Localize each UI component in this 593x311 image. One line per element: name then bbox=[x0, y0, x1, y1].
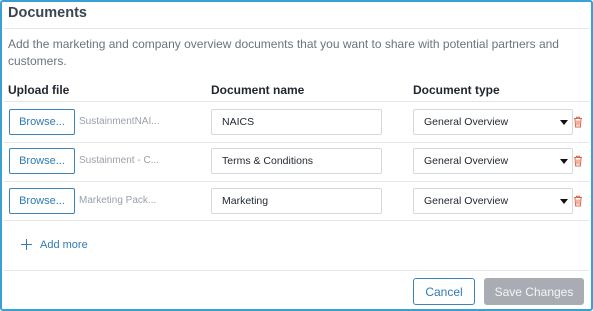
divider bbox=[4, 142, 589, 143]
save-changes-button[interactable]: Save Changes bbox=[484, 278, 584, 305]
document-type-value: General Overview bbox=[424, 155, 509, 167]
chevron-down-icon bbox=[560, 159, 568, 164]
page-title: Documents bbox=[8, 5, 87, 21]
document-type-value: General Overview bbox=[424, 195, 509, 207]
file-name: Sustainment - C... bbox=[79, 155, 160, 166]
document-name-input[interactable]: NAICS bbox=[211, 109, 382, 135]
divider bbox=[4, 28, 589, 29]
cancel-button[interactable]: Cancel bbox=[413, 278, 475, 305]
chevron-down-icon bbox=[560, 120, 568, 125]
trash-icon[interactable] bbox=[573, 155, 583, 167]
browse-button[interactable]: Browse... bbox=[9, 188, 75, 214]
document-type-value: General Overview bbox=[424, 116, 509, 128]
divider bbox=[4, 220, 589, 221]
document-name-input[interactable]: Marketing bbox=[211, 188, 382, 214]
chevron-down-icon bbox=[560, 199, 568, 204]
file-name: SustainmentNAI... bbox=[79, 116, 160, 127]
divider bbox=[4, 181, 589, 182]
plus-icon bbox=[21, 239, 32, 250]
add-more-label: Add more bbox=[40, 239, 88, 251]
trash-icon[interactable] bbox=[573, 195, 583, 207]
document-type-select[interactable]: General Overview bbox=[413, 109, 573, 135]
document-name-input[interactable]: Terms & Conditions bbox=[211, 148, 382, 174]
divider bbox=[4, 101, 589, 102]
column-header-name: Document name bbox=[211, 83, 305, 97]
divider bbox=[4, 270, 589, 271]
browse-button[interactable]: Browse... bbox=[9, 109, 75, 135]
column-header-upload: Upload file bbox=[8, 83, 70, 97]
browse-button[interactable]: Browse... bbox=[9, 148, 75, 174]
file-name: Marketing Pack... bbox=[79, 195, 157, 206]
column-header-type: Document type bbox=[413, 83, 500, 97]
document-type-select[interactable]: General Overview bbox=[413, 188, 573, 214]
document-type-select[interactable]: General Overview bbox=[413, 148, 573, 174]
trash-icon[interactable] bbox=[573, 116, 583, 128]
documents-panel: Documents Add the marketing and company … bbox=[0, 0, 593, 311]
section-description: Add the marketing and company overview d… bbox=[8, 37, 559, 68]
